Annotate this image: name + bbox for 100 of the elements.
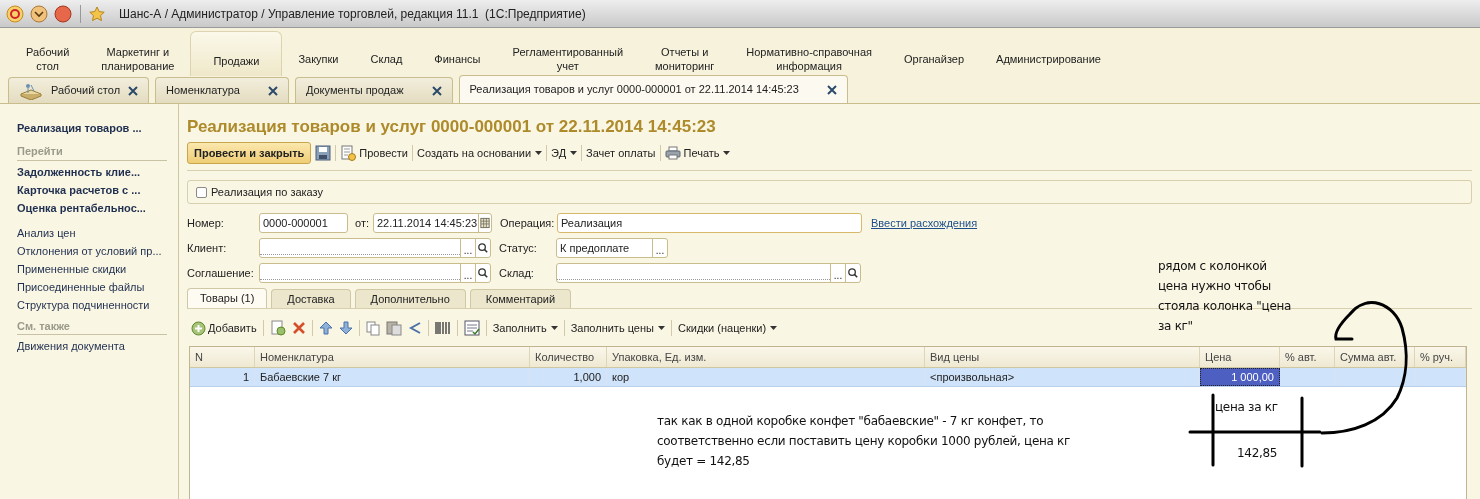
window-tab[interactable]: Рабочий стол bbox=[8, 77, 150, 103]
window-tab[interactable]: Документы продаж bbox=[294, 77, 453, 103]
checkbox[interactable] bbox=[196, 186, 207, 198]
table-cell[interactable]: 1 000,00 bbox=[1200, 368, 1280, 386]
window-tab[interactable]: Реализация товаров и услуг 0000-000001 от 22.11.2014 14:45:23 bbox=[458, 75, 848, 103]
choice-button[interactable]: ... bbox=[460, 239, 475, 257]
up-arrow-icon[interactable] bbox=[318, 321, 333, 335]
logo-icon[interactable] bbox=[6, 4, 24, 23]
sidebar-link[interactable]: Примененные скидки bbox=[17, 260, 172, 279]
desk-icon bbox=[19, 81, 43, 100]
column-header[interactable]: Количество bbox=[530, 347, 607, 367]
close-icon[interactable] bbox=[826, 84, 837, 95]
column-header[interactable]: Цена bbox=[1200, 347, 1280, 367]
close-icon[interactable] bbox=[431, 85, 442, 96]
branch-icon[interactable] bbox=[407, 321, 422, 335]
section-tab[interactable]: Финансы bbox=[418, 28, 497, 76]
column-header[interactable]: Вид цены bbox=[925, 347, 1200, 367]
post-button[interactable]: Провести bbox=[340, 144, 408, 162]
choice-button[interactable]: ... bbox=[652, 239, 667, 257]
search-icon[interactable] bbox=[845, 264, 860, 282]
sidebar-title[interactable]: Реализация товаров ... bbox=[17, 120, 172, 140]
sidebar-link[interactable]: Отклонения от условий пр... bbox=[17, 242, 172, 261]
print-button[interactable]: Печать bbox=[664, 144, 730, 162]
table-cell[interactable]: 1,000 bbox=[530, 368, 607, 386]
column-header[interactable]: Номенклатура bbox=[255, 347, 530, 367]
report-icon[interactable] bbox=[463, 320, 480, 336]
input-field[interactable]: К предоплате ... bbox=[556, 238, 668, 258]
table-cell[interactable]: 1 bbox=[190, 368, 255, 386]
section-tab[interactable]: Нормативно-справочная информация bbox=[730, 28, 888, 76]
section-tab[interactable]: Органайзер bbox=[888, 28, 981, 76]
new-row-icon[interactable] bbox=[269, 320, 286, 336]
section-tab[interactable]: Регламентированный учет bbox=[496, 28, 640, 76]
section-tab[interactable]: Отчеты и мониторинг bbox=[639, 28, 731, 76]
tab-label: Реализация товаров и услуг 0000-000001 от 22.11.2014 14:45:23 bbox=[469, 82, 800, 98]
toolbar-button[interactable]: Зачет оплаты bbox=[586, 144, 656, 162]
add-button[interactable]: Добавить bbox=[191, 319, 257, 337]
table-cell[interactable]: Бабаевские 7 кг bbox=[255, 368, 530, 386]
menu-button[interactable]: Заполнить цены bbox=[570, 319, 665, 337]
tab[interactable]: Дополнительно bbox=[354, 289, 466, 308]
search-icon[interactable] bbox=[475, 264, 490, 282]
document-title: Реализация товаров и услуг 0000-000001 от 22.11.2014 14:45:23 bbox=[187, 116, 717, 138]
input-field[interactable]: 22.11.2014 14:45:23 bbox=[373, 213, 492, 233]
column-header[interactable]: Сумма авт. bbox=[1335, 347, 1415, 367]
dropdown-icon[interactable] bbox=[30, 4, 48, 23]
field-label: Номер: bbox=[187, 215, 225, 231]
table-cell[interactable]: кор bbox=[607, 368, 925, 386]
record-icon[interactable] bbox=[54, 4, 72, 23]
column-header[interactable]: % руч. bbox=[1415, 347, 1466, 367]
sidebar-link[interactable]: Задолженность клие... bbox=[17, 163, 172, 182]
barcode-icon[interactable] bbox=[434, 321, 451, 335]
link[interactable]: Ввести расхождения bbox=[871, 214, 978, 232]
search-icon[interactable] bbox=[475, 239, 490, 257]
section-tab[interactable]: Рабочий стол bbox=[10, 28, 86, 76]
tab-label: Рабочий стол bbox=[51, 83, 121, 99]
column-header[interactable]: Упаковка, Ед. изм. bbox=[607, 347, 925, 367]
menu-button[interactable]: Создать на основании bbox=[416, 144, 543, 162]
sidebar-link[interactable]: Движения документа bbox=[17, 338, 172, 356]
column-header[interactable]: N bbox=[190, 347, 255, 367]
tab[interactable]: Доставка bbox=[271, 289, 351, 308]
sidebar-link[interactable]: Анализ цен bbox=[17, 224, 172, 243]
save-icon[interactable] bbox=[315, 145, 332, 161]
input-field[interactable]: ... bbox=[259, 263, 491, 283]
tab[interactable]: Комментарий bbox=[469, 289, 572, 308]
copy-icon[interactable] bbox=[365, 320, 380, 336]
input-field[interactable]: ... bbox=[259, 238, 491, 258]
column-header[interactable]: % авт. bbox=[1280, 347, 1335, 367]
section-tab[interactable]: Администрирование bbox=[980, 28, 1117, 76]
input-field[interactable]: 0000-000001 bbox=[259, 213, 348, 233]
close-icon[interactable] bbox=[267, 85, 278, 96]
handwritten-note: рядом с колонкой цена нужно чтобы стояла колонка "цена за кг" bbox=[1158, 258, 1292, 335]
section-tab[interactable]: Продажи bbox=[190, 31, 283, 76]
star-icon[interactable] bbox=[89, 5, 105, 22]
choice-button[interactable]: ... bbox=[830, 264, 845, 282]
delete-icon[interactable] bbox=[291, 321, 306, 335]
table-row[interactable]: 1 Бабаевские 7 кг 1,000 кор <произвольная> 1 000,00 bbox=[190, 368, 1466, 387]
sidebar-link[interactable]: Оценка рентабельнос... bbox=[17, 199, 172, 218]
down-arrow-icon[interactable] bbox=[338, 321, 353, 335]
menu-button[interactable]: Заполнить bbox=[492, 319, 558, 337]
section-tab[interactable]: Закупки bbox=[282, 28, 355, 76]
caret-icon bbox=[570, 151, 578, 155]
window-title: Шанс-А / Администратор / Управление торговлей, редакция 11.1 (1С:Предприятие) bbox=[119, 5, 586, 23]
tab[interactable]: Товары (1) bbox=[187, 288, 268, 308]
input-field[interactable]: ... bbox=[556, 263, 861, 283]
calendar-icon[interactable] bbox=[478, 214, 491, 232]
close-icon[interactable] bbox=[128, 85, 139, 96]
sidebar-link[interactable]: Карточка расчетов с ... bbox=[17, 181, 172, 200]
menu-button[interactable]: Скидки (наценки) bbox=[678, 319, 778, 337]
menu-button[interactable]: ЭД bbox=[551, 144, 578, 162]
sidebar-link[interactable]: Присоединенные файлы bbox=[17, 278, 172, 297]
paste-icon[interactable] bbox=[385, 320, 402, 336]
window-tab[interactable]: Номенклатура bbox=[155, 77, 289, 103]
handwritten-note: 142,85 bbox=[1237, 445, 1278, 462]
document-icon bbox=[340, 145, 357, 161]
section-tab[interactable]: Маркетинг и планирование bbox=[85, 28, 191, 76]
input-field[interactable]: Реализация bbox=[557, 213, 862, 233]
sidebar-link[interactable]: Структура подчиненности bbox=[17, 296, 172, 315]
choice-button[interactable]: ... bbox=[460, 264, 475, 282]
section-tab[interactable]: Склад bbox=[354, 28, 419, 76]
post-and-close-button[interactable]: Провести и закрыть bbox=[187, 142, 312, 164]
tab-label: Номенклатура bbox=[166, 83, 241, 99]
